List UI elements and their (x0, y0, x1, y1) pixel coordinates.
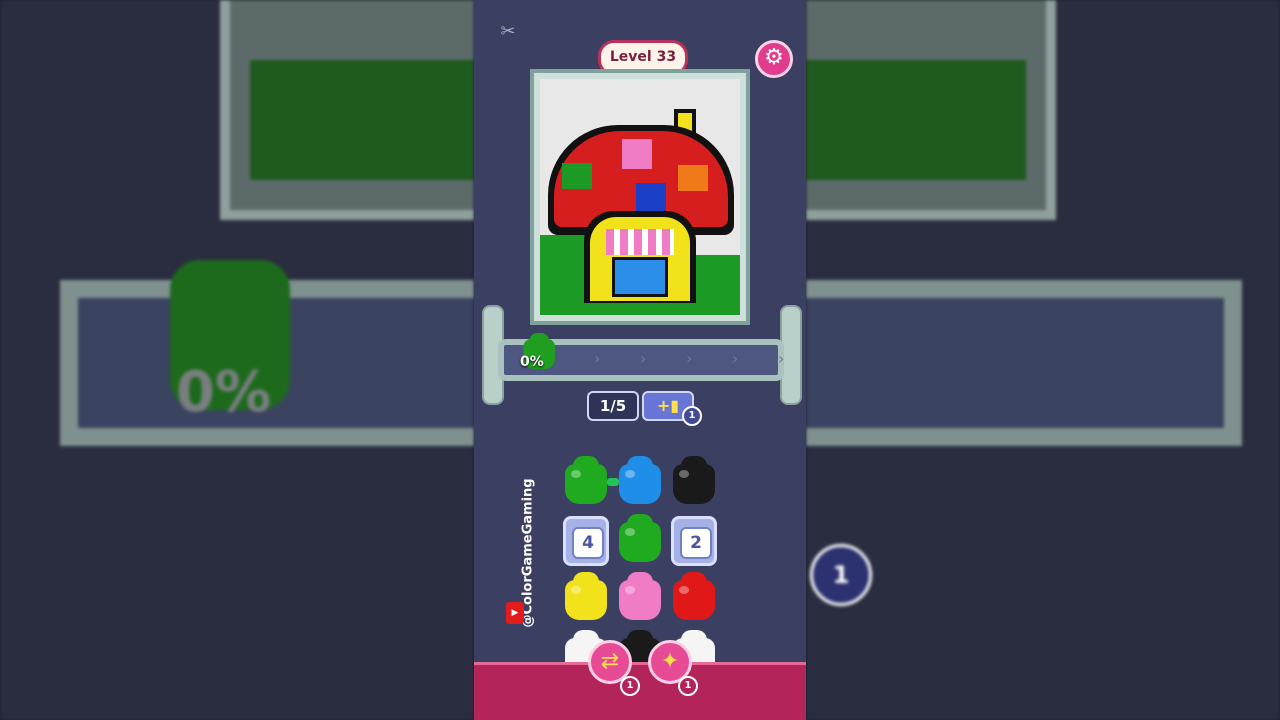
bucket-plus-icon: +▮ (656, 396, 680, 415)
spot-orange (678, 165, 708, 191)
bucket-green[interactable] (617, 514, 663, 562)
capcut-icon: ✂ (500, 21, 516, 42)
bucket-black[interactable] (671, 456, 717, 504)
channel-name: @ColorGameGaming (520, 478, 536, 628)
game-screen: ✂ Level 33 ⚙ › › › › › 0% 1/5 +▮ 1 @Colo… (474, 0, 806, 720)
bucket-red[interactable] (671, 572, 717, 620)
bucket-shine (625, 528, 635, 536)
chevron-right-icon: › (778, 349, 785, 368)
settings-button[interactable]: ⚙ (755, 40, 793, 78)
chevron-right-icon: › (640, 349, 647, 368)
youtube-icon: ▶ (506, 602, 524, 624)
bucket-body (619, 580, 661, 620)
magic-wand-badge: 1 (678, 676, 698, 696)
locked-slot-number: 2 (680, 527, 712, 559)
spot-blue (636, 183, 666, 213)
slot-counter: 1/5 (587, 391, 639, 421)
background-right-panel: 1 (806, 0, 1280, 720)
awning (606, 229, 674, 255)
background-left-panel: 0% (0, 0, 474, 720)
bucket-shine (679, 470, 689, 478)
bottom-bar (474, 662, 806, 720)
bg-picture-grass (250, 60, 474, 180)
bucket-body (619, 464, 661, 504)
magic-wand-icon: ✦ (660, 649, 680, 674)
locked-slot[interactable]: 4 (563, 516, 609, 566)
bucket-body (619, 522, 661, 562)
bucket-shine (625, 586, 635, 594)
bucket-body (565, 580, 607, 620)
bucket-pink[interactable] (617, 572, 663, 620)
gear-icon: ⚙ (764, 45, 784, 70)
bucket-shine (571, 586, 581, 594)
spot-green (562, 163, 592, 189)
fill-percent-label: 0% (520, 354, 544, 370)
bg-picture-grass-right (806, 60, 1026, 180)
add-slot-badge: 1 (682, 406, 702, 426)
bg-tray-rail-right (806, 280, 1242, 446)
spot-pink (622, 139, 652, 169)
bg-badge: 1 (810, 544, 872, 606)
bucket-body (673, 464, 715, 504)
bucket-shine (571, 470, 581, 478)
chevron-right-icon: › (732, 349, 739, 368)
bucket-blue[interactable] (617, 456, 663, 504)
locked-slot-number: 4 (572, 527, 604, 559)
bucket-yellow[interactable] (563, 572, 609, 620)
door (612, 257, 668, 297)
pixel-art-canvas (540, 79, 740, 315)
bucket-green[interactable] (563, 456, 609, 504)
locked-slot[interactable]: 2 (671, 516, 717, 566)
shuffle-badge: 1 (620, 676, 640, 696)
picture-frame (530, 69, 750, 325)
bucket-shine (679, 586, 689, 594)
chevron-right-icon: › (686, 349, 693, 368)
bucket-shine (625, 470, 635, 478)
bucket-body (673, 580, 715, 620)
shuffle-icon: ⇄ (600, 649, 620, 674)
bucket-body (565, 464, 607, 504)
chevron-right-icon: › (594, 349, 601, 368)
bg-percent-label: 0% (176, 360, 272, 425)
